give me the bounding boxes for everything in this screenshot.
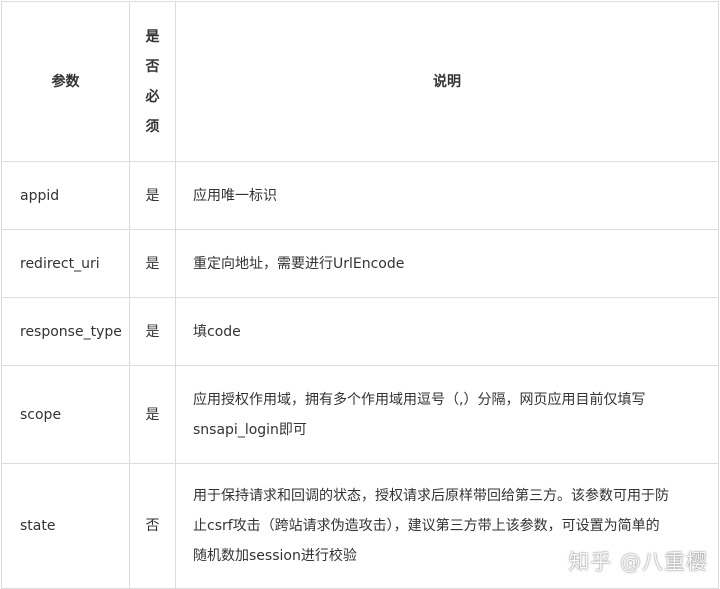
desc-cell: 重定向地址，需要进行UrlEncode [175, 229, 719, 298]
header-desc: 说明 [175, 1, 719, 162]
param-cell: scope [1, 365, 130, 464]
header-required-char: 须 [145, 118, 160, 135]
table-row: response_type 是 填code [1, 297, 719, 366]
param-cell: redirect_uri [1, 229, 130, 298]
desc-cell: 填code [175, 297, 719, 366]
watermark: 知乎 @八重樱 [568, 550, 708, 574]
header-required-char: 否 [145, 58, 160, 75]
header-required-char: 是 [145, 28, 160, 45]
desc-line: 用于保持请求和回调的状态，授权请求后原样带回给第三方。该参数可用于防 [193, 488, 669, 504]
desc-line: 应用授权作用域，拥有多个作用域用逗号（,）分隔，网页应用目前仅填写 [193, 391, 646, 408]
desc-line: 止csrf攻击（跨站请求伪造攻击），建议第三方带上该参数，可设置为简单的 [193, 518, 660, 534]
header-param: 参数 [1, 1, 130, 162]
required-cell: 是 [129, 229, 176, 298]
required-cell: 是 [129, 365, 176, 464]
desc-cell: 应用授权作用域，拥有多个作用域用逗号（,）分隔，网页应用目前仅填写 snsapi… [175, 365, 719, 464]
desc-cell: 应用唯一标识 [175, 161, 719, 230]
header-required-char: 必 [145, 88, 160, 105]
params-table: 参数 是 否 必 须 说明 appid 是 应用唯一标识 redirect_ur… [1, 1, 719, 589]
table-row: redirect_uri 是 重定向地址，需要进行UrlEncode [1, 229, 719, 298]
required-cell: 是 [129, 161, 176, 230]
table-row: scope 是 应用授权作用域，拥有多个作用域用逗号（,）分隔，网页应用目前仅填… [1, 365, 719, 464]
table-header-row: 参数 是 否 必 须 说明 [1, 1, 719, 162]
param-cell: state [1, 463, 130, 589]
required-cell: 否 [129, 463, 176, 589]
desc-line: snsapi_login即可 [193, 421, 307, 438]
param-cell: appid [1, 161, 130, 230]
table-row: appid 是 应用唯一标识 [1, 161, 719, 230]
header-required: 是 否 必 须 [129, 1, 176, 162]
param-cell: response_type [1, 297, 130, 366]
required-cell: 是 [129, 297, 176, 366]
